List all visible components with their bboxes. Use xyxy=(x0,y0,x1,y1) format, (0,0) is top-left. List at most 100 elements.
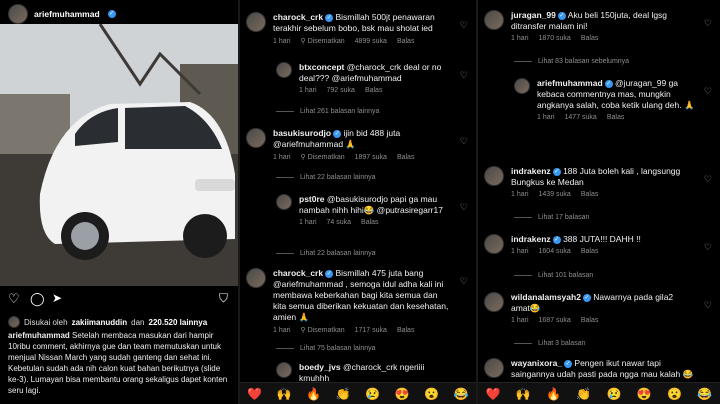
like-icon[interactable]: ♡ xyxy=(704,300,712,311)
comments-panel-2: charock_crk ✓ Bismillah 500jt penawaran t… xyxy=(240,0,476,404)
emoji-cry[interactable]: 😢 xyxy=(607,387,622,401)
like-icon[interactable]: ♡ xyxy=(460,70,468,81)
comment-user[interactable]: pst0re xyxy=(299,194,325,204)
reply-button[interactable]: Balas xyxy=(397,154,415,161)
post-caption: ariefmuhammad Setelah membaca masukan da… xyxy=(8,330,232,396)
comment: wildanalamsyah2 ✓ Nawarnya pada gila2 ama… xyxy=(484,292,694,324)
likes-count[interactable]: 220.520 lainnya xyxy=(149,318,208,327)
avatar[interactable] xyxy=(246,268,266,288)
reply-button[interactable]: Balas xyxy=(361,219,379,226)
comment-likes[interactable]: 74 suka xyxy=(327,219,352,226)
comment-user[interactable]: btxconcept xyxy=(299,62,344,72)
verified-icon: ✓ xyxy=(557,11,566,20)
likes-user[interactable]: zakiimanuddin xyxy=(72,318,128,327)
comment-likes[interactable]: 1439 suka xyxy=(539,191,571,198)
avatar[interactable] xyxy=(484,10,504,30)
emoji-clap[interactable]: 👏 xyxy=(576,387,591,401)
view-more-replies[interactable]: Lihat 3 balasan xyxy=(514,340,585,347)
comment-user[interactable]: charock_crk xyxy=(273,12,323,22)
like-icon[interactable]: ♡ xyxy=(460,276,468,287)
emoji-laugh[interactable]: 😂 xyxy=(697,387,712,401)
comment-likes[interactable]: 792 suka xyxy=(327,87,355,94)
avatar[interactable] xyxy=(246,128,266,148)
reply-button[interactable]: Balas xyxy=(365,87,383,94)
comment-likes[interactable]: 1604 suka xyxy=(539,248,571,255)
comment-user[interactable]: boedy_jvs xyxy=(299,362,341,372)
emoji-laugh[interactable]: 😂 xyxy=(454,387,469,401)
comment-likes[interactable]: 1717 suka xyxy=(355,327,387,334)
reply-button[interactable]: Balas xyxy=(581,191,599,198)
emoji-heart-eyes[interactable]: 😍 xyxy=(637,387,652,401)
like-icon[interactable]: ♡ xyxy=(704,18,712,29)
comment-likes[interactable]: 1897 suka xyxy=(355,154,387,161)
comment: indrakenz ✓ 188 Juta boleh kali , langsun… xyxy=(484,166,694,198)
post-photo[interactable] xyxy=(0,24,238,286)
reply-button[interactable]: Balas xyxy=(607,114,625,121)
reply-button[interactable]: Balas xyxy=(397,327,415,334)
post-username[interactable]: ariefmuhammad xyxy=(34,9,100,19)
view-more-replies[interactable]: Lihat 22 balasan lainnya xyxy=(276,174,376,181)
avatar[interactable] xyxy=(484,166,504,186)
view-more-replies[interactable]: Lihat 101 balasan xyxy=(514,272,593,279)
comment-user[interactable]: basukisurodjo xyxy=(273,128,331,138)
reply-comment: ariefmuhammad ✓ @juragan_99 ga kebaca com… xyxy=(514,78,700,121)
emoji-wow[interactable]: 😮 xyxy=(667,387,682,401)
pinned-label: Disematkan xyxy=(307,153,345,161)
emoji-fire[interactable]: 🔥 xyxy=(546,387,561,401)
emoji-fire[interactable]: 🔥 xyxy=(306,387,321,401)
heart-icon[interactable]: ♡ xyxy=(8,291,20,307)
comment-icon[interactable]: ◯ xyxy=(30,291,45,307)
comment: charock_crk ✓ Bismillah 500jt penawaran t… xyxy=(246,12,451,45)
bookmark-icon[interactable]: ⛉ xyxy=(219,291,228,306)
comment: basukisurodjo ✓ ijin bid 488 juta @ariefm… xyxy=(246,128,451,161)
emoji-heart[interactable]: ❤️ xyxy=(247,387,262,401)
pinned-label: Disematkan xyxy=(307,326,345,334)
view-more-replies[interactable]: Lihat 17 balasan xyxy=(514,214,589,221)
comment-likes[interactable]: 1477 suka xyxy=(565,114,597,121)
avatar[interactable] xyxy=(276,362,292,378)
emoji-raised-hands[interactable]: 🙌 xyxy=(277,387,292,401)
avatar[interactable] xyxy=(514,78,530,94)
avatar[interactable] xyxy=(8,4,28,24)
comment-likes[interactable]: 4899 suka xyxy=(355,38,387,45)
avatar[interactable] xyxy=(484,234,504,254)
comments-panel-3: juragan_99 ✓ Aku beli 150juta, deal lgsg … xyxy=(478,0,720,404)
like-icon[interactable]: ♡ xyxy=(460,20,468,31)
comment-user[interactable]: charock_crk xyxy=(273,268,323,278)
reply-button[interactable]: Balas xyxy=(397,38,415,45)
comment-user[interactable]: indrakenz xyxy=(511,166,551,176)
view-more-replies[interactable]: Lihat 83 balasan sebelumnya xyxy=(514,58,629,65)
emoji-heart-eyes[interactable]: 😍 xyxy=(395,387,410,401)
view-more-replies[interactable]: Lihat 261 balasan lainnya xyxy=(276,108,379,115)
like-icon[interactable]: ♡ xyxy=(460,202,468,213)
emoji-raised-hands[interactable]: 🙌 xyxy=(516,387,531,401)
comment-user[interactable]: ariefmuhammad xyxy=(537,78,603,88)
comment-user[interactable]: indrakenz xyxy=(511,234,551,244)
emoji-heart[interactable]: ❤️ xyxy=(486,387,501,401)
caption-username[interactable]: ariefmuhammad xyxy=(8,331,70,340)
view-more-replies[interactable]: Lihat 75 balasan lainnya xyxy=(276,345,376,352)
comment-user[interactable]: juragan_99 xyxy=(511,10,556,20)
avatar[interactable] xyxy=(484,292,504,312)
reply-button[interactable]: Balas xyxy=(581,248,599,255)
emoji-cry[interactable]: 😢 xyxy=(365,387,380,401)
like-icon[interactable]: ♡ xyxy=(704,174,712,185)
emoji-clap[interactable]: 👏 xyxy=(336,387,351,401)
like-icon[interactable]: ♡ xyxy=(704,86,712,97)
like-icon[interactable]: ♡ xyxy=(704,242,712,253)
avatar[interactable] xyxy=(276,194,292,210)
pin-icon: ⚲ xyxy=(300,38,306,45)
avatar[interactable] xyxy=(276,62,292,78)
comment-likes[interactable]: 1687 suka xyxy=(539,317,571,324)
avatar[interactable] xyxy=(246,12,266,32)
comment-user[interactable]: wayanixora_ xyxy=(511,358,562,368)
view-more-replies[interactable]: Lihat 22 balasan lainnya xyxy=(276,250,376,257)
emoji-wow[interactable]: 😮 xyxy=(424,387,439,401)
reply-button[interactable]: Balas xyxy=(581,35,599,42)
comment-user[interactable]: wildanalamsyah2 xyxy=(511,292,581,302)
comment-likes[interactable]: 1870 suka xyxy=(539,35,571,42)
share-icon[interactable]: ➤ xyxy=(52,291,62,305)
avatar[interactable] xyxy=(484,358,504,378)
reply-button[interactable]: Balas xyxy=(581,317,599,324)
like-icon[interactable]: ♡ xyxy=(460,136,468,147)
